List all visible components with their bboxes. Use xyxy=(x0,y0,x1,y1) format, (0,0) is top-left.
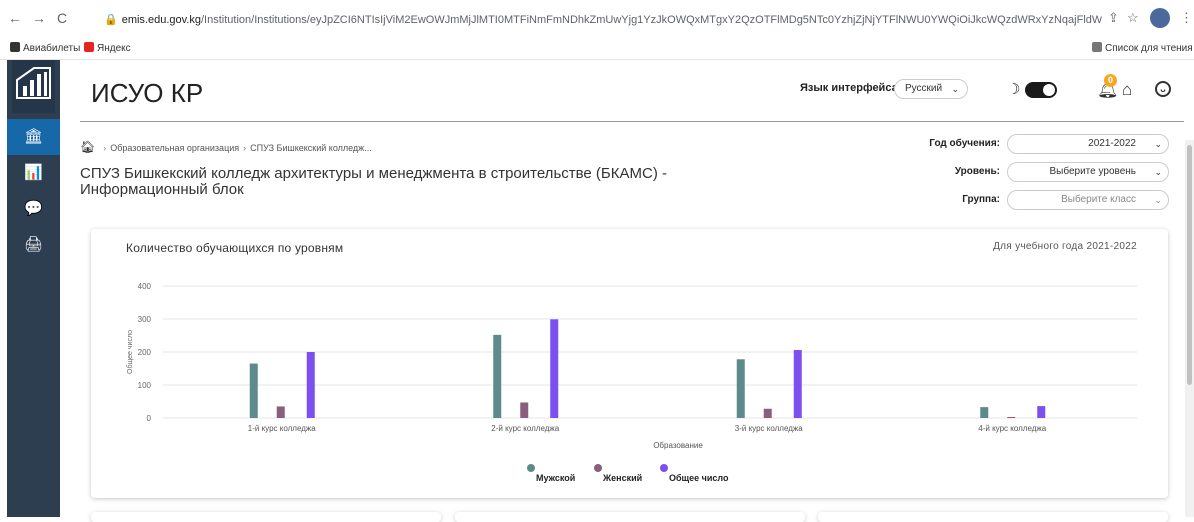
bookmark-yandex[interactable]: Яндекс xyxy=(84,42,131,54)
y-tick-label: 400 xyxy=(138,282,152,291)
bar xyxy=(306,352,315,418)
bar-chart: 0 100 200 300 400 Общее число 1-й курс колледж… xyxy=(126,282,1137,483)
legend-marker xyxy=(660,464,668,472)
breadcrumb-item[interactable]: Образовательная организация xyxy=(110,143,239,153)
group-label: Группа: xyxy=(962,194,1000,205)
chat-icon: 💬 xyxy=(24,200,43,217)
breadcrumb-item: СПУЗ Бишкекский колледж... xyxy=(250,143,372,153)
language-label: Язык интерфейса: xyxy=(800,82,902,94)
profile-avatar[interactable] xyxy=(1150,8,1170,28)
bar xyxy=(980,407,989,418)
y-tick-label: 0 xyxy=(147,414,152,423)
notification-badge: 0 xyxy=(1104,74,1117,87)
bookmark-aviabilety[interactable]: Авиабилеты xyxy=(10,42,80,54)
bar xyxy=(493,334,502,418)
x-tick-label: 1-й курс колледжа xyxy=(248,424,316,433)
reading-list[interactable]: Список для чтения xyxy=(1092,42,1193,54)
next-card xyxy=(91,512,441,522)
bookmark-label: Яндекс xyxy=(97,43,131,54)
x-axis-label: Образование xyxy=(653,441,703,450)
bookmark-label: Авиабилеты xyxy=(23,43,81,54)
breadcrumb: 🏠︎ › Образовательная организация › СПУЗ Бишк… xyxy=(80,140,372,154)
x-tick-label: 2-й курс колледжа xyxy=(491,424,559,433)
y-tick-label: 300 xyxy=(138,315,152,324)
bar xyxy=(1037,406,1046,418)
bar xyxy=(1007,417,1016,418)
lock-icon: 🔒 xyxy=(104,14,118,26)
theme-toggle[interactable] xyxy=(1025,82,1057,98)
chevron-down-icon: ⌄ xyxy=(1154,195,1162,205)
group-placeholder: Выберите класс xyxy=(1061,194,1136,205)
bar xyxy=(736,359,745,418)
user-icon[interactable]: ᴗ xyxy=(1155,81,1171,97)
moon-icon: ☽ xyxy=(1007,81,1021,98)
sidebar-item-messages[interactable]: 💬 xyxy=(7,191,60,227)
header-divider xyxy=(80,121,1184,122)
legend-label: Женский xyxy=(602,473,642,483)
bar xyxy=(520,402,529,418)
chevron-down-icon: ⌄ xyxy=(1154,139,1162,149)
share-icon[interactable]: ⇪ xyxy=(1108,10,1119,26)
scrollbar-thumb[interactable] xyxy=(1187,145,1192,385)
chevron-down-icon: ⌄ xyxy=(1154,167,1162,177)
url-domain: emis.edu.gov.kg xyxy=(121,14,201,26)
forward-icon[interactable]: → xyxy=(32,10,46,26)
level-value: Выберите уровень xyxy=(1049,166,1137,177)
x-tick-label: 4-й курс колледжа xyxy=(978,424,1046,433)
bar xyxy=(276,406,285,418)
print-icon: 🖨 xyxy=(23,236,44,253)
x-tick-label: 3-й курс колледжа xyxy=(735,424,803,433)
address-bar[interactable]: 🔒 emis.edu.gov.kg/Institution/Institution… xyxy=(92,9,1102,31)
institution-icon: 🏛 xyxy=(23,128,44,145)
legend-marker xyxy=(527,464,535,472)
next-card xyxy=(818,512,1168,522)
home-icon[interactable]: ⌂ xyxy=(1122,80,1132,100)
year-value: 2021-2022 xyxy=(1088,138,1136,149)
y-tick-label: 100 xyxy=(138,381,152,390)
bar xyxy=(793,350,802,418)
page-title: СПУЗ Бишкекский колледж архитектуры и ме… xyxy=(80,165,667,198)
legend-marker xyxy=(594,464,602,472)
chevron-down-icon: ⌄ xyxy=(951,84,959,94)
browser-toolbar: ← → C 🔒 emis.edu.gov.kg/Institution/Insti… xyxy=(0,0,1194,38)
bar xyxy=(550,319,559,418)
bar xyxy=(763,408,772,418)
legend-label: Общее число xyxy=(669,473,729,483)
legend-label: Мужской xyxy=(536,473,575,483)
star-icon[interactable]: ☆ xyxy=(1127,10,1139,26)
y-tick-label: 200 xyxy=(138,348,152,357)
back-icon[interactable]: ← xyxy=(8,10,22,26)
next-card xyxy=(455,512,805,522)
y-axis-label: Общее число xyxy=(126,330,134,374)
url-path: /Institution/Institutions/eyJpZCI6NTIsIj… xyxy=(201,14,1102,26)
plane-icon xyxy=(10,42,20,52)
sidebar-item-statistics[interactable]: 📊 xyxy=(7,155,60,191)
bar xyxy=(249,363,258,418)
language-select[interactable]: Русский ⌄ xyxy=(894,79,968,99)
menu-icon[interactable]: ⋮ xyxy=(1180,10,1193,26)
reload-icon[interactable]: C xyxy=(57,10,67,26)
logo[interactable] xyxy=(12,60,55,113)
group-select[interactable]: Выберите класс ⌄ xyxy=(1007,190,1169,210)
left-sidebar: 🏛 📊 💬 🖨 xyxy=(7,60,60,517)
sidebar-item-print[interactable]: 🖨 xyxy=(7,227,60,263)
sidebar-item-institution[interactable]: 🏛 xyxy=(7,119,60,155)
app-title: ИСУО КР xyxy=(91,78,204,108)
home-breadcrumb-icon[interactable]: 🏠︎ xyxy=(80,140,95,154)
bookmarks-bar: Авиабилеты Яндекс Список для чтения xyxy=(0,38,1194,60)
yandex-icon xyxy=(84,42,94,52)
reading-list-icon xyxy=(1092,42,1102,52)
level-label: Уровень: xyxy=(954,166,1000,177)
chart-card: Количество обучающихся по уровням Для уч… xyxy=(91,229,1168,498)
bar-chart-icon: 📊 xyxy=(24,164,43,181)
language-value: Русский xyxy=(905,83,943,94)
year-select[interactable]: 2021-2022 ⌄ xyxy=(1007,134,1169,154)
reading-list-label: Список для чтения xyxy=(1105,43,1193,54)
logo-icon xyxy=(16,67,51,99)
year-label: Год обучения: xyxy=(929,138,1000,149)
level-select[interactable]: Выберите уровень ⌄ xyxy=(1007,162,1169,182)
